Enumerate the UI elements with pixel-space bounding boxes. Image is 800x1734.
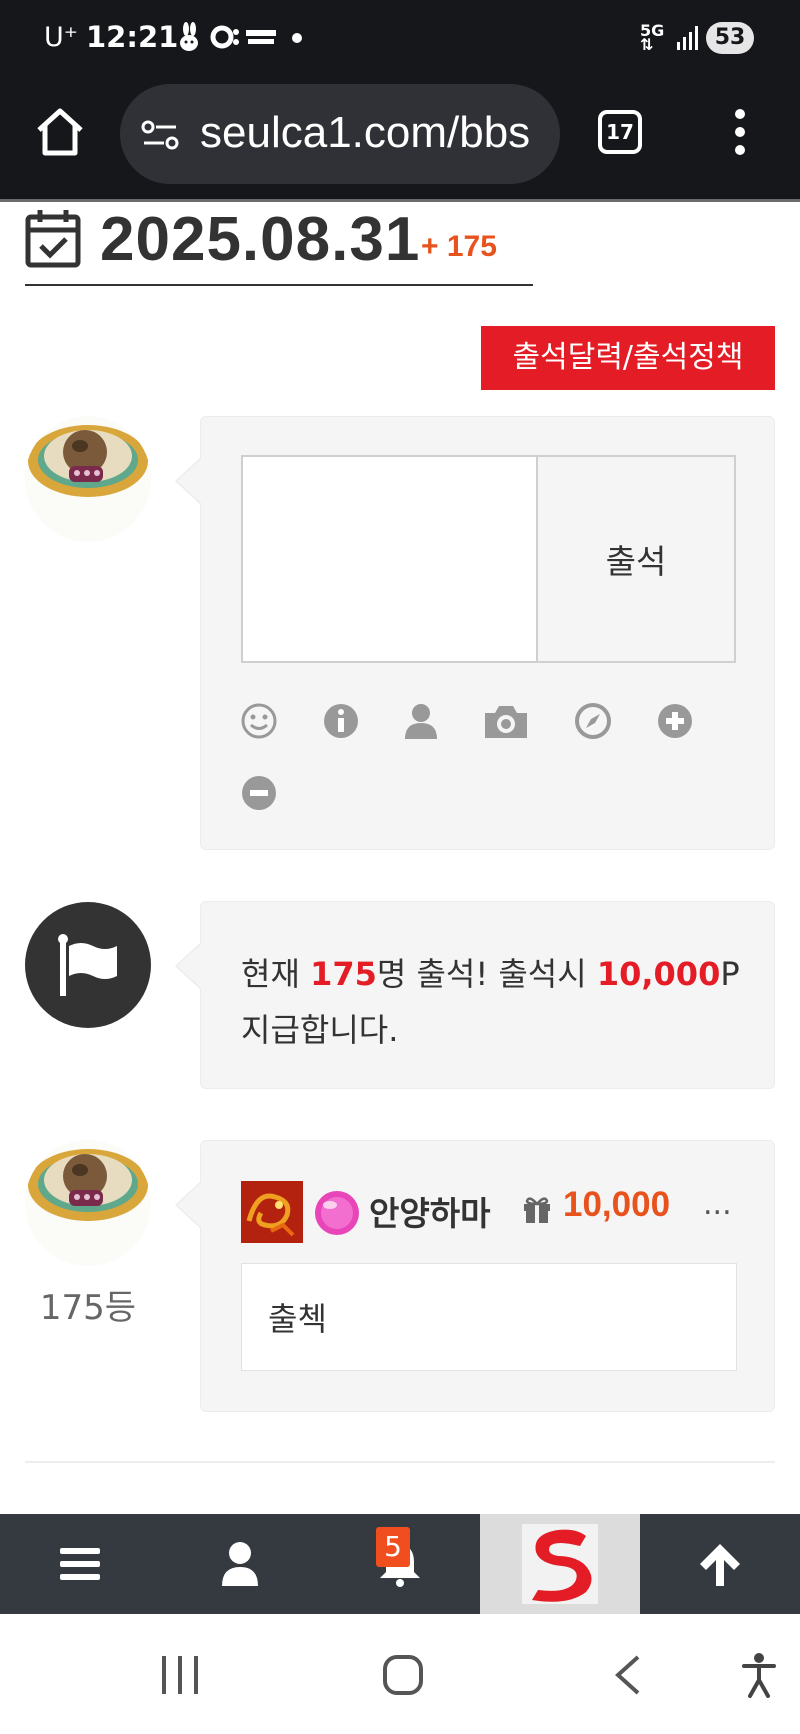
calendar-check-icon — [25, 210, 81, 268]
user-icon — [222, 1542, 258, 1586]
scroll-top-button[interactable] — [640, 1514, 800, 1614]
accessibility-icon[interactable] — [742, 1652, 776, 1698]
back-icon[interactable] — [612, 1654, 642, 1696]
url-omnibox[interactable]: seulca1.com/bbs — [120, 84, 560, 184]
divider — [25, 1461, 775, 1463]
minus-circle-icon[interactable] — [239, 773, 279, 813]
royal-match-icon — [246, 30, 276, 44]
comment-card: 안양하마 10,000 ... 출첵 — [175, 1140, 775, 1412]
attendance-form: 출석 — [175, 416, 775, 850]
avatar[interactable] — [25, 1140, 151, 1266]
comment-nickname[interactable]: 안양하마 — [369, 1187, 490, 1235]
more-menu-icon[interactable] — [728, 108, 752, 156]
recent-apps-icon[interactable] — [160, 1654, 200, 1696]
attendance-comment-input[interactable] — [241, 455, 537, 663]
home-nav-icon[interactable] — [382, 1654, 424, 1696]
status-bar: U⁺ 12:21 5G ⇅ 53 — [0, 0, 800, 76]
smile-icon[interactable] — [239, 701, 279, 741]
date-header: 2025.08.31 + 175 — [25, 200, 533, 286]
attendance-count: + 175 — [421, 230, 497, 263]
comment-points: 10,000 — [563, 1185, 671, 1224]
signal-icon — [677, 26, 698, 50]
tab-switcher-button[interactable]: 17 — [598, 110, 642, 154]
battery-indicator: 53 — [706, 22, 754, 54]
site-logo-icon — [522, 1524, 598, 1604]
system-nav-bar — [0, 1614, 800, 1734]
gem-icon — [315, 1191, 359, 1235]
url-text[interactable]: seulca1.com/bbs — [200, 108, 530, 158]
hamburger-icon — [60, 1548, 100, 1580]
reward-points: 10,000 — [596, 955, 721, 993]
arrow-up-icon — [700, 1544, 740, 1586]
attendance-date: 2025.08.31 — [100, 205, 421, 274]
comment-body: 출첵 — [241, 1263, 737, 1371]
carrier-label: U⁺ — [44, 22, 79, 53]
notification-dot-icon — [292, 33, 302, 43]
info-icon[interactable] — [321, 701, 361, 741]
avatar[interactable] — [25, 416, 151, 542]
cat-avatar-icon — [28, 1149, 148, 1221]
status-clock: 12:21 — [86, 20, 179, 54]
dragon-level-icon — [241, 1181, 303, 1243]
plus-circle-icon[interactable] — [655, 701, 695, 741]
nav-menu-button[interactable] — [0, 1514, 160, 1614]
nav-profile-button[interactable] — [160, 1514, 320, 1614]
flag-avatar — [25, 902, 151, 1028]
home-icon[interactable] — [34, 106, 86, 158]
notification-badge: 5 — [376, 1527, 410, 1567]
attend-submit-button[interactable]: 출석 — [536, 455, 736, 663]
browser-toolbar: seulca1.com/bbs 17 — [0, 76, 800, 202]
rabbit-icon — [180, 22, 198, 51]
user-icon[interactable] — [401, 701, 441, 741]
camera-icon[interactable] — [483, 701, 529, 741]
compass-icon[interactable] — [573, 701, 613, 741]
network-5g-icon: 5G ⇅ — [640, 21, 665, 54]
comment-more-button[interactable]: ... — [703, 1187, 732, 1222]
game-app-icon — [210, 25, 239, 49]
site-settings-icon[interactable] — [140, 118, 180, 152]
flag-icon — [58, 934, 117, 996]
attendance-info-text: 현재 175명 출석! 출석시 10,000P 지급합니다. — [241, 955, 740, 1049]
attendance-policy-button[interactable]: 출석달력/출석정책 — [481, 326, 775, 390]
cat-avatar-icon — [28, 425, 148, 497]
attendance-info: 현재 175명 출석! 출석시 10,000P 지급합니다. — [175, 901, 775, 1089]
site-logo-button[interactable] — [480, 1514, 640, 1614]
gift-icon — [524, 1197, 550, 1223]
comment-text: 출첵 — [268, 1300, 327, 1338]
attendee-count: 175 — [310, 955, 377, 993]
attendance-rank: 175등 — [39, 1288, 137, 1328]
